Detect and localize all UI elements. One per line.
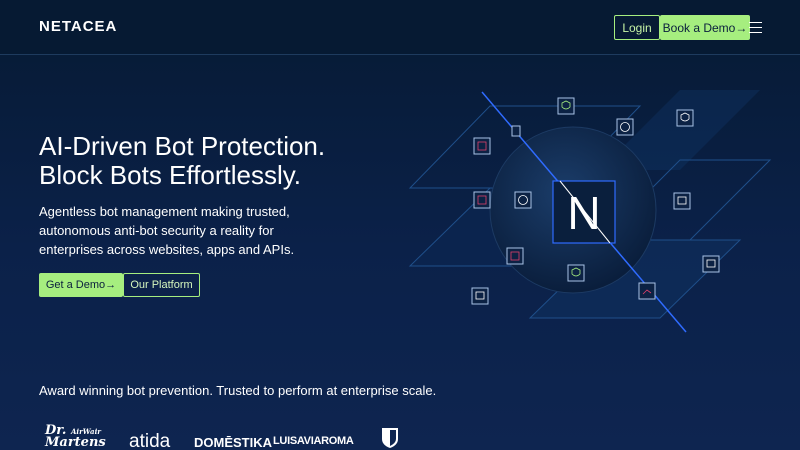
- domestika-logo: DOMĒSTIKA: [194, 435, 272, 450]
- robot-icon: [473, 137, 491, 155]
- user-icon: [616, 118, 634, 136]
- trusted-text: Award winning bot prevention. Trusted to…: [39, 383, 437, 398]
- dr-martens-line-2: Martens: [45, 435, 106, 450]
- shield-check-icon: [557, 97, 575, 115]
- atida-logo: atida: [129, 431, 171, 450]
- center-logo-letter: N: [567, 187, 600, 239]
- our-platform-button[interactable]: Our Platform: [123, 273, 200, 297]
- get-demo-button[interactable]: Get a Demo→: [39, 273, 123, 297]
- login-button[interactable]: Login: [614, 15, 660, 40]
- hero-title: AI-Driven Bot Protection. Block Bots Eff…: [39, 132, 399, 190]
- menu-line: [749, 32, 762, 33]
- hero-graphic: N: [408, 90, 772, 333]
- site-header: NETACEA Login Book a Demo→: [0, 0, 800, 55]
- shield-check-icon: [676, 109, 694, 127]
- hero-title-line-2: Block Bots Effortlessly.: [39, 160, 302, 190]
- user-icon: [514, 191, 532, 209]
- robot-icon: [473, 191, 491, 209]
- shield-check-icon: [567, 264, 585, 282]
- shield-logo-icon: [382, 428, 398, 448]
- luisaviaroma-logo: LUISAVIAROMA: [273, 435, 354, 447]
- menu-line: [749, 27, 762, 28]
- window-lock-icon: [673, 192, 691, 210]
- window-lock-icon: [702, 255, 720, 273]
- hero-title-line-1: AI-Driven Bot Protection.: [39, 131, 326, 161]
- book-demo-button[interactable]: Book a Demo→: [660, 15, 750, 40]
- menu-line: [749, 22, 762, 23]
- partial-tile: [511, 125, 521, 137]
- hamburger-menu-icon[interactable]: [749, 22, 762, 33]
- dr-martens-logo: Dr. AirWair Martens: [45, 424, 106, 450]
- chart-alert-icon: [638, 282, 656, 300]
- hero-subtitle: Agentless bot management making trusted,…: [39, 204, 295, 257]
- netacea-logo[interactable]: NETACEA: [39, 18, 117, 35]
- robot-icon: [506, 247, 524, 265]
- client-logos: Dr. AirWair Martens atida DOMĒSTIKA LUIS…: [0, 420, 800, 450]
- window-lock-icon: [471, 287, 489, 305]
